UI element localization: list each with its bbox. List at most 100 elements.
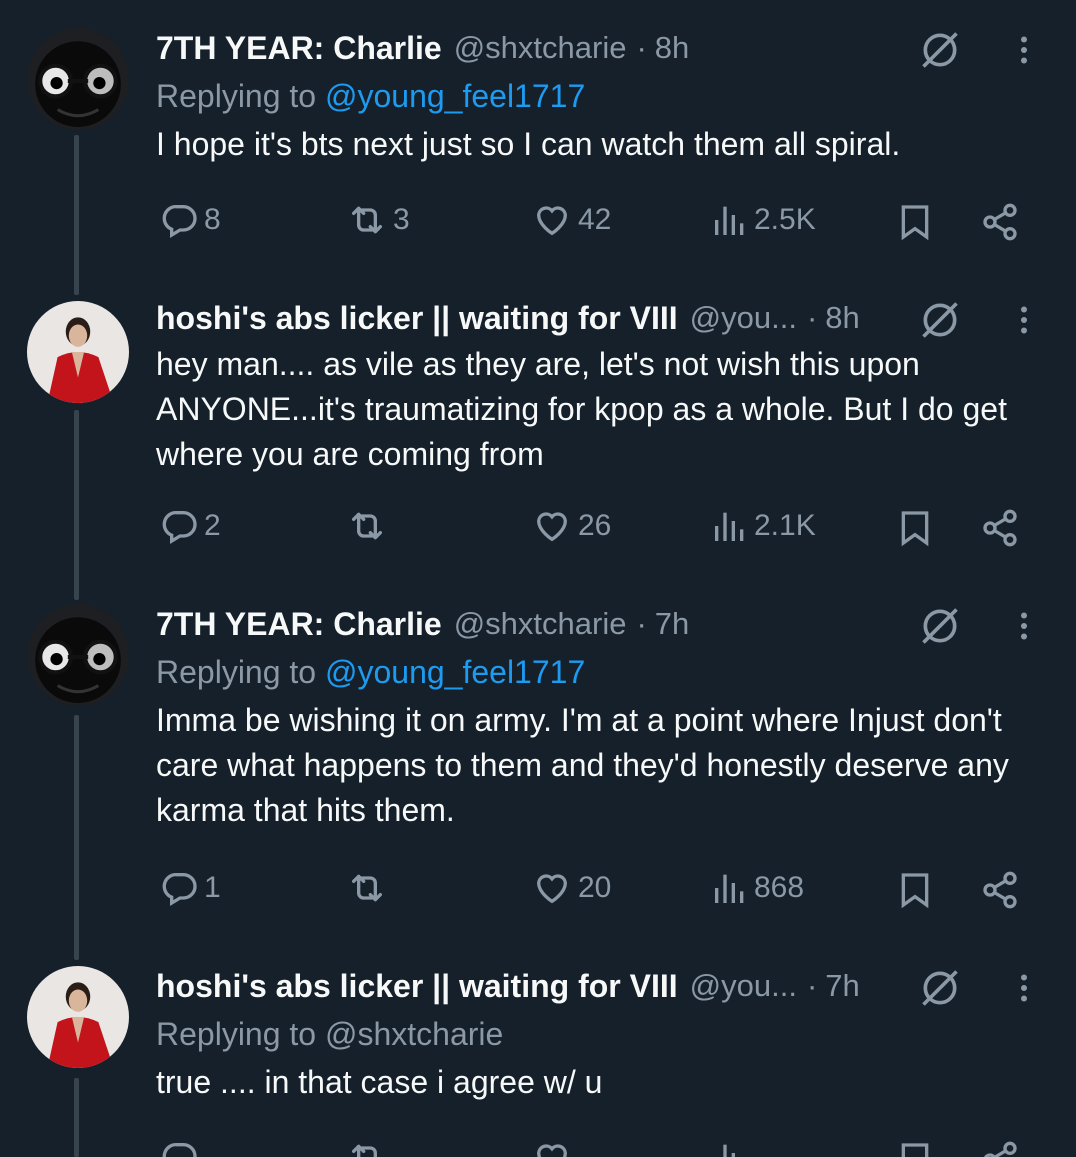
- timestamp[interactable]: 8h: [825, 300, 859, 336]
- tweet-header: 7TH YEAR: Charlie @shxtcharie · 8h: [156, 28, 1036, 68]
- bookmark-button[interactable]: [895, 868, 935, 912]
- bookmark-icon: [895, 868, 935, 912]
- avatar[interactable]: [27, 301, 129, 403]
- views-icon: [710, 868, 750, 908]
- user-handle[interactable]: @you...: [690, 968, 797, 1004]
- share-button[interactable]: [980, 200, 1020, 244]
- more-options-icon[interactable]: [1006, 606, 1042, 646]
- mention-link[interactable]: @young_feel1717: [325, 78, 585, 114]
- like-count: 42: [578, 203, 612, 236]
- display-name[interactable]: 7TH YEAR: Charlie: [156, 30, 442, 67]
- views-icon: [710, 200, 750, 240]
- reply-thread: 7TH YEAR: Charlie @shxtcharie · 8h Reply…: [0, 0, 1076, 1157]
- tweet-text: I hope it's bts next just so I can watch…: [156, 126, 901, 162]
- views-icon: [710, 1138, 750, 1157]
- heart-icon: [530, 506, 574, 546]
- bookmark-button[interactable]: [895, 506, 935, 550]
- view-count: 868: [754, 871, 805, 904]
- share-button[interactable]: [980, 506, 1020, 550]
- tweet-text: hey man.... as vile as they are, let's n…: [156, 346, 1007, 472]
- grok-icon[interactable]: [918, 298, 962, 342]
- share-button[interactable]: [980, 868, 1020, 912]
- thread-connector-line: [74, 715, 79, 960]
- display-name[interactable]: hoshi's abs licker || waiting for VIII: [156, 300, 678, 337]
- reply-icon: [160, 868, 200, 908]
- avatar[interactable]: [27, 28, 129, 130]
- share-icon: [980, 1138, 1020, 1157]
- more-options-icon[interactable]: [1006, 968, 1042, 1008]
- reply-icon: [160, 506, 200, 546]
- timestamp[interactable]: 8h: [655, 30, 689, 66]
- tweet-actions: [0, 1138, 1076, 1157]
- tweet-text: true .... in that case i agree w/ u: [156, 1064, 603, 1100]
- reply-button[interactable]: [160, 1138, 200, 1157]
- heart-icon: [530, 200, 574, 240]
- view-count: 2.1K: [754, 509, 816, 542]
- repost-button[interactable]: [345, 506, 393, 546]
- like-button[interactable]: 26: [530, 506, 611, 546]
- repost-button[interactable]: [345, 868, 393, 908]
- view-count: 2.5K: [754, 203, 816, 236]
- timestamp[interactable]: 7h: [825, 968, 859, 1004]
- views-button[interactable]: [710, 1138, 750, 1157]
- mention-link[interactable]: @young_feel1717: [325, 654, 585, 690]
- like-button[interactable]: [530, 1138, 574, 1157]
- tweet-header: hoshi's abs licker || waiting for VIII @…: [156, 966, 1036, 1006]
- more-options-icon[interactable]: [1006, 300, 1042, 340]
- heart-icon: [530, 1138, 574, 1157]
- repost-icon: [345, 868, 389, 908]
- views-icon: [710, 506, 750, 546]
- replying-to: Replying to @shxtcharie: [156, 1014, 1036, 1054]
- more-options-icon[interactable]: [1006, 30, 1042, 70]
- bookmark-button[interactable]: [895, 1138, 935, 1157]
- heart-icon: [530, 868, 574, 908]
- display-name[interactable]: hoshi's abs licker || waiting for VIII: [156, 968, 678, 1005]
- tweet-header: hoshi's abs licker || waiting for VIII @…: [156, 298, 1036, 338]
- share-icon: [980, 506, 1020, 550]
- tweet-actions: 8 3 42 2.5K: [0, 200, 1076, 250]
- repost-icon: [345, 1138, 389, 1157]
- replying-to-label: Replying to: [156, 654, 325, 690]
- grok-icon[interactable]: [918, 28, 962, 72]
- tweet-header: 7TH YEAR: Charlie @shxtcharie · 7h: [156, 604, 1036, 644]
- reply-icon: [160, 200, 200, 240]
- like-count: 26: [578, 509, 612, 542]
- tweet-actions: 1 20 868: [0, 868, 1076, 918]
- reply-count: 1: [204, 871, 221, 904]
- user-handle[interactable]: @shxtcharie: [454, 606, 627, 642]
- tweet-actions: 2 26 2.1K: [0, 506, 1076, 556]
- avatar[interactable]: [27, 604, 129, 706]
- timestamp[interactable]: 7h: [655, 606, 689, 642]
- bookmark-icon: [895, 1138, 935, 1157]
- bookmark-button[interactable]: [895, 200, 935, 244]
- reply-count: 8: [204, 203, 221, 236]
- grok-icon[interactable]: [918, 604, 962, 648]
- user-handle[interactable]: @shxtcharie: [454, 30, 627, 66]
- avatar[interactable]: [27, 966, 129, 1068]
- display-name[interactable]: 7TH YEAR: Charlie: [156, 606, 442, 643]
- separator-dot: ·: [636, 606, 647, 641]
- repost-icon: [345, 200, 389, 240]
- like-button[interactable]: 20: [530, 868, 611, 908]
- share-button[interactable]: [980, 1138, 1020, 1157]
- tweet-text: Imma be wishing it on army. I'm at a poi…: [156, 702, 1009, 828]
- bookmark-icon: [895, 506, 935, 550]
- share-icon: [980, 200, 1020, 244]
- views-button[interactable]: 868: [710, 868, 804, 908]
- reply-button[interactable]: 2: [160, 506, 221, 546]
- replying-to-label: Replying to: [156, 78, 325, 114]
- repost-icon: [345, 506, 389, 546]
- repost-button[interactable]: [345, 1138, 389, 1157]
- replying-to: Replying to @young_feel1717: [156, 652, 1036, 692]
- grok-icon[interactable]: [918, 966, 962, 1010]
- views-button[interactable]: 2.1K: [710, 506, 816, 546]
- mention-link[interactable]: @shxtcharie: [325, 1016, 503, 1052]
- repost-button[interactable]: 3: [345, 200, 410, 240]
- like-count: 20: [578, 871, 612, 904]
- views-button[interactable]: 2.5K: [710, 200, 816, 240]
- user-handle[interactable]: @you...: [690, 300, 797, 336]
- like-button[interactable]: 42: [530, 200, 611, 240]
- separator-dot: ·: [806, 968, 818, 1003]
- reply-button[interactable]: 8: [160, 200, 221, 240]
- reply-button[interactable]: 1: [160, 868, 221, 908]
